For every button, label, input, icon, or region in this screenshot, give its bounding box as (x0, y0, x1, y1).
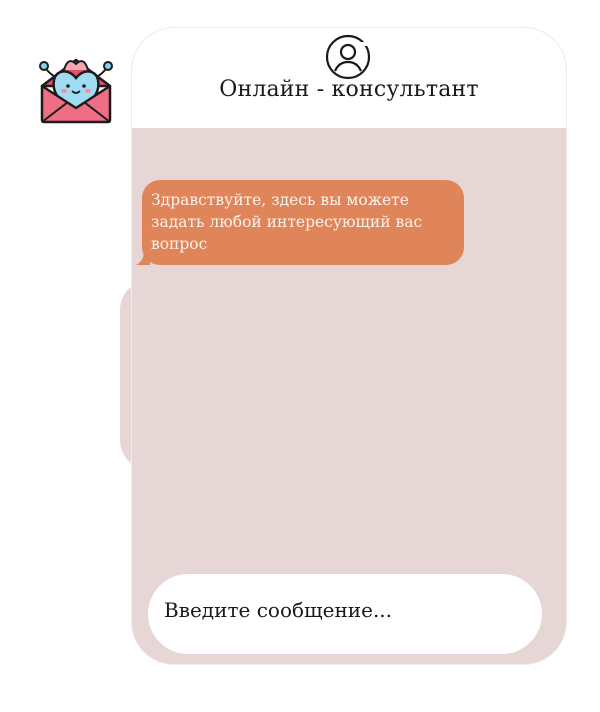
user-circle-icon (325, 34, 371, 80)
envelope-heart-mascot-icon (39, 58, 113, 124)
message-input-placeholder: Введите сообщение... (164, 598, 393, 622)
message-input[interactable]: Введите сообщение... (148, 574, 542, 654)
chat-title: Онлайн - консультант (219, 77, 479, 102)
chat-window: Онлайн - консультант Здравствуйте, здесь… (132, 28, 566, 664)
consultant-message: Здравствуйте, здесь вы можете задать люб… (136, 180, 464, 265)
page: Онлайн - консультант Здравствуйте, здесь… (0, 0, 600, 712)
bubble-tail (136, 251, 150, 265)
message-text: Здравствуйте, здесь вы можете задать люб… (151, 191, 423, 253)
chat-header: Онлайн - консультант (132, 28, 566, 128)
message-list: Здравствуйте, здесь вы можете задать люб… (132, 128, 566, 568)
